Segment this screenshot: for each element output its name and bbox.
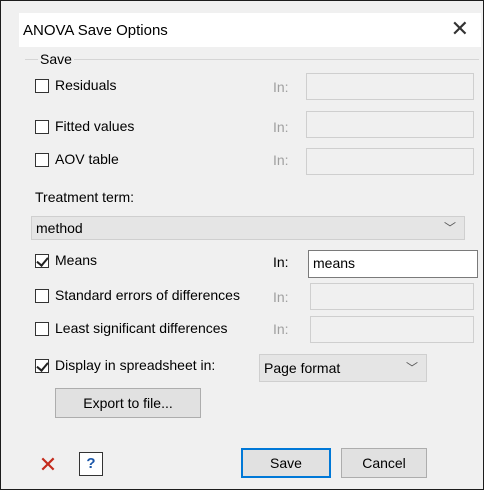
help-icon: ? [86,455,96,472]
chevron-down-icon: ﹀ [405,361,418,375]
display-spreadsheet-checkbox[interactable] [35,359,49,373]
lsd-in-field[interactable] [310,316,474,343]
treatment-term-label: Treatment term: [35,189,135,205]
display-format-value: Page format [264,360,341,376]
means-in-label: In: [273,254,289,270]
title-bar: ANOVA Save Options ✕ [19,13,481,47]
fitted-values-in-field[interactable] [306,111,474,138]
aov-table-in-field[interactable] [306,148,474,175]
means-in-value: means [313,255,356,271]
sed-in-field[interactable] [310,283,474,310]
residuals-in-label: In: [273,79,289,95]
display-format-select[interactable]: Page format ﹀ [259,354,427,382]
fitted-values-label: Fitted values [55,118,135,134]
treatment-term-value: method [36,220,83,236]
means-label: Means [55,252,98,268]
save-group-label: Save [38,51,74,67]
means-checkbox[interactable] [35,254,49,268]
fitted-values-in-label: In: [273,119,289,135]
aov-table-checkbox[interactable] [35,153,49,167]
fitted-values-checkbox[interactable] [35,120,49,134]
residuals-in-field[interactable] [306,73,474,100]
residuals-label: Residuals [55,77,117,93]
help-button[interactable]: ? [79,452,103,476]
sed-in-label: In: [273,289,289,305]
treatment-term-select[interactable]: method ﹀ [31,216,465,240]
export-to-file-button[interactable]: Export to file... [55,388,201,418]
cancel-button[interactable]: Cancel [341,448,427,478]
sed-label: Standard errors of differences [55,287,240,303]
chevron-down-icon: ﹀ [443,221,456,235]
close-icon[interactable]: ✕ [451,17,469,41]
window-title: ANOVA Save Options [23,22,168,39]
dialog-window: ANOVA Save Options ✕ Save Residuals In: … [0,0,484,490]
lsd-label: Least significant differences [55,320,228,336]
means-in-field[interactable]: means [308,250,478,278]
residuals-checkbox[interactable] [35,79,49,93]
display-spreadsheet-label: Display in spreadsheet in: [55,357,216,373]
lsd-checkbox[interactable] [35,322,49,336]
clear-button[interactable]: ✕ [35,453,61,479]
save-button[interactable]: Save [241,448,331,478]
lsd-in-label: In: [273,321,289,337]
aov-table-in-label: In: [273,152,289,168]
sed-checkbox[interactable] [35,289,49,303]
close-icon: ✕ [38,452,58,477]
aov-table-label: AOV table [55,151,119,167]
